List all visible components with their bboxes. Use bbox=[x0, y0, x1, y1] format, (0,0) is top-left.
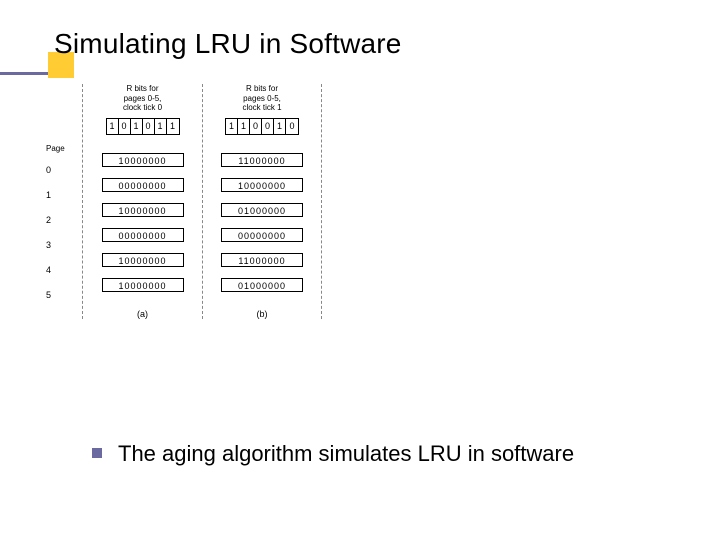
counter-box: 10000000 bbox=[102, 203, 184, 217]
r-bit: 0 bbox=[143, 119, 155, 134]
r-bits-box: 1 0 1 0 1 1 bbox=[106, 118, 180, 135]
page-num: 4 bbox=[46, 263, 82, 277]
page-header-label: Page bbox=[46, 144, 82, 153]
r-bit: 0 bbox=[250, 119, 262, 134]
r-bit: 1 bbox=[167, 119, 179, 134]
counter-box: 01000000 bbox=[221, 278, 303, 292]
counter-box: 11000000 bbox=[221, 153, 303, 167]
tick-column-1: R bits for pages 0-5, clock tick 1 1 1 0… bbox=[202, 84, 322, 319]
r-bit: 1 bbox=[274, 119, 286, 134]
page-num: 2 bbox=[46, 213, 82, 227]
page-title: Simulating LRU in Software bbox=[54, 28, 402, 60]
tick-header: R bits for pages 0-5, clock tick 1 bbox=[242, 84, 281, 114]
bullet-square-icon bbox=[92, 448, 102, 458]
r-bit: 1 bbox=[155, 119, 167, 134]
slide: Simulating LRU in Software Page 0 1 2 3 … bbox=[0, 0, 720, 540]
counter-box: 10000000 bbox=[221, 178, 303, 192]
counter-box: 00000000 bbox=[102, 178, 184, 192]
page-label-column: Page 0 1 2 3 4 5 bbox=[46, 84, 82, 313]
subfigure-label: (b) bbox=[257, 309, 268, 319]
counter-box: 00000000 bbox=[102, 228, 184, 242]
page-numbers: 0 1 2 3 4 5 bbox=[46, 163, 82, 313]
page-num: 1 bbox=[46, 188, 82, 202]
r-bit: 0 bbox=[262, 119, 274, 134]
bullet-text: The aging algorithm simulates LRU in sof… bbox=[118, 440, 574, 468]
bullet-row: The aging algorithm simulates LRU in sof… bbox=[92, 440, 652, 468]
r-bit: 1 bbox=[238, 119, 250, 134]
page-num: 0 bbox=[46, 163, 82, 177]
subfigure-label: (a) bbox=[137, 309, 148, 319]
counter-box: 10000000 bbox=[102, 253, 184, 267]
counter-box: 01000000 bbox=[221, 203, 303, 217]
tick-header: R bits for pages 0-5, clock tick 0 bbox=[123, 84, 162, 114]
diagram-columns: Page 0 1 2 3 4 5 R bits for pages 0-5, c… bbox=[46, 84, 386, 319]
tick-column-0: R bits for pages 0-5, clock tick 0 1 0 1… bbox=[82, 84, 202, 319]
r-bit: 1 bbox=[131, 119, 143, 134]
counter-box: 10000000 bbox=[102, 153, 184, 167]
page-num: 3 bbox=[46, 238, 82, 252]
r-bit: 0 bbox=[119, 119, 131, 134]
counter-box: 00000000 bbox=[221, 228, 303, 242]
counter-box: 10000000 bbox=[102, 278, 184, 292]
aging-diagram: Page 0 1 2 3 4 5 R bits for pages 0-5, c… bbox=[46, 84, 386, 384]
r-bit: 0 bbox=[286, 119, 298, 134]
counter-box: 11000000 bbox=[221, 253, 303, 267]
r-bit: 1 bbox=[226, 119, 238, 134]
r-bit: 1 bbox=[107, 119, 119, 134]
r-bits-box: 1 1 0 0 1 0 bbox=[225, 118, 299, 135]
page-num: 5 bbox=[46, 288, 82, 302]
